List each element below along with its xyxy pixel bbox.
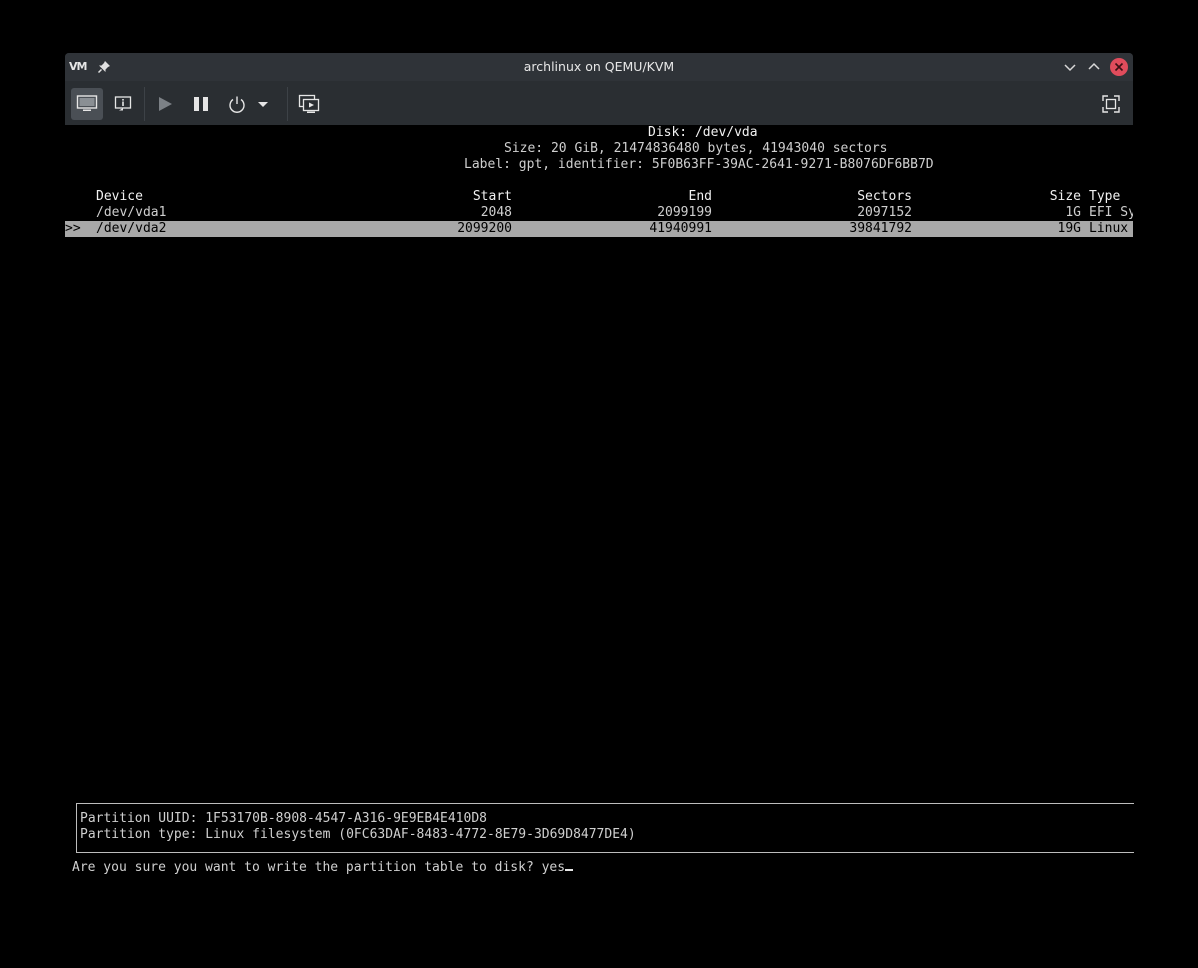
screenshot-icon bbox=[298, 94, 320, 113]
minimize-chevron-down-icon[interactable] bbox=[1061, 58, 1079, 76]
disk-title: Disk: /dev/vda bbox=[648, 125, 758, 140]
table-row-selected[interactable]: >> /dev/vda2 2099200 41940991 39841792 1… bbox=[65, 221, 1133, 237]
prompt-text: Are you sure you want to write the parti… bbox=[72, 860, 566, 875]
row2-device: /dev/vda2 bbox=[96, 221, 167, 236]
close-icon[interactable] bbox=[1110, 58, 1128, 76]
vm-console-terminal[interactable]: Disk: /dev/vda Size: 20 GiB, 21474836480… bbox=[65, 125, 1134, 968]
toolbar-separator bbox=[144, 87, 145, 121]
row2-type: Linux bbox=[1089, 221, 1129, 236]
disk-label-line: Label: gpt, identifier: 5F0B63FF-39AC-26… bbox=[464, 157, 934, 172]
shutdown-button[interactable] bbox=[221, 88, 253, 120]
row1-start: 2048 bbox=[480, 205, 512, 220]
row1-sectors: 2097152 bbox=[857, 205, 912, 220]
partition-type-line: Partition type: Linux filesystem (0FC63D… bbox=[80, 827, 636, 842]
pause-button[interactable] bbox=[185, 88, 217, 120]
partition-uuid-line: Partition UUID: 1F53170B-8908-4547-A316-… bbox=[80, 811, 487, 826]
play-icon bbox=[159, 97, 172, 111]
maximize-chevron-up-icon[interactable] bbox=[1085, 58, 1103, 76]
partition-info-box: Partition UUID: 1F53170B-8908-4547-A316-… bbox=[76, 803, 1134, 853]
title-bar[interactable]: VM archlinux on QEMU/KVM bbox=[65, 53, 1133, 81]
vm-window: VM archlinux on QEMU/KVM bbox=[65, 53, 1133, 125]
write-confirm-prompt[interactable]: Are you sure you want to write the parti… bbox=[72, 860, 574, 876]
row2-sectors: 39841792 bbox=[849, 221, 912, 236]
run-button[interactable] bbox=[149, 88, 181, 120]
col-header-sectors: Sectors bbox=[857, 189, 912, 204]
console-view-button[interactable] bbox=[71, 88, 103, 120]
pause-icon bbox=[194, 97, 208, 111]
row2-size: 19G bbox=[1057, 221, 1081, 236]
info-icon bbox=[114, 96, 132, 111]
col-header-size: Size bbox=[1049, 189, 1081, 204]
col-header-device: Device bbox=[96, 189, 143, 204]
row-selection-marker: >> bbox=[65, 221, 81, 236]
col-header-end: End bbox=[688, 189, 712, 204]
power-icon bbox=[229, 96, 245, 113]
dropdown-arrow-icon bbox=[258, 102, 268, 107]
col-header-start: Start bbox=[472, 189, 512, 204]
monitor-icon bbox=[76, 95, 98, 111]
shutdown-menu-button[interactable] bbox=[253, 88, 273, 120]
fullscreen-icon bbox=[1102, 95, 1120, 113]
toolbar-separator bbox=[287, 87, 288, 121]
fullscreen-button[interactable] bbox=[1095, 88, 1127, 120]
toolbar bbox=[65, 81, 1133, 125]
row1-type: EFI Sy bbox=[1089, 205, 1133, 220]
row1-size: 1G bbox=[1065, 205, 1081, 220]
window-title: archlinux on QEMU/KVM bbox=[523, 59, 675, 74]
text-cursor bbox=[565, 869, 574, 871]
row1-device[interactable]: /dev/vda1 bbox=[96, 205, 166, 221]
details-view-button[interactable] bbox=[107, 88, 139, 120]
snapshots-button[interactable] bbox=[293, 88, 325, 120]
col-header-type: Type bbox=[1089, 189, 1121, 204]
row1-end: 2099199 bbox=[657, 205, 712, 220]
row2-end: 41940991 bbox=[649, 221, 712, 236]
disk-size-line: Size: 20 GiB, 21474836480 bytes, 4194304… bbox=[504, 141, 888, 156]
row2-start: 2099200 bbox=[457, 221, 512, 236]
